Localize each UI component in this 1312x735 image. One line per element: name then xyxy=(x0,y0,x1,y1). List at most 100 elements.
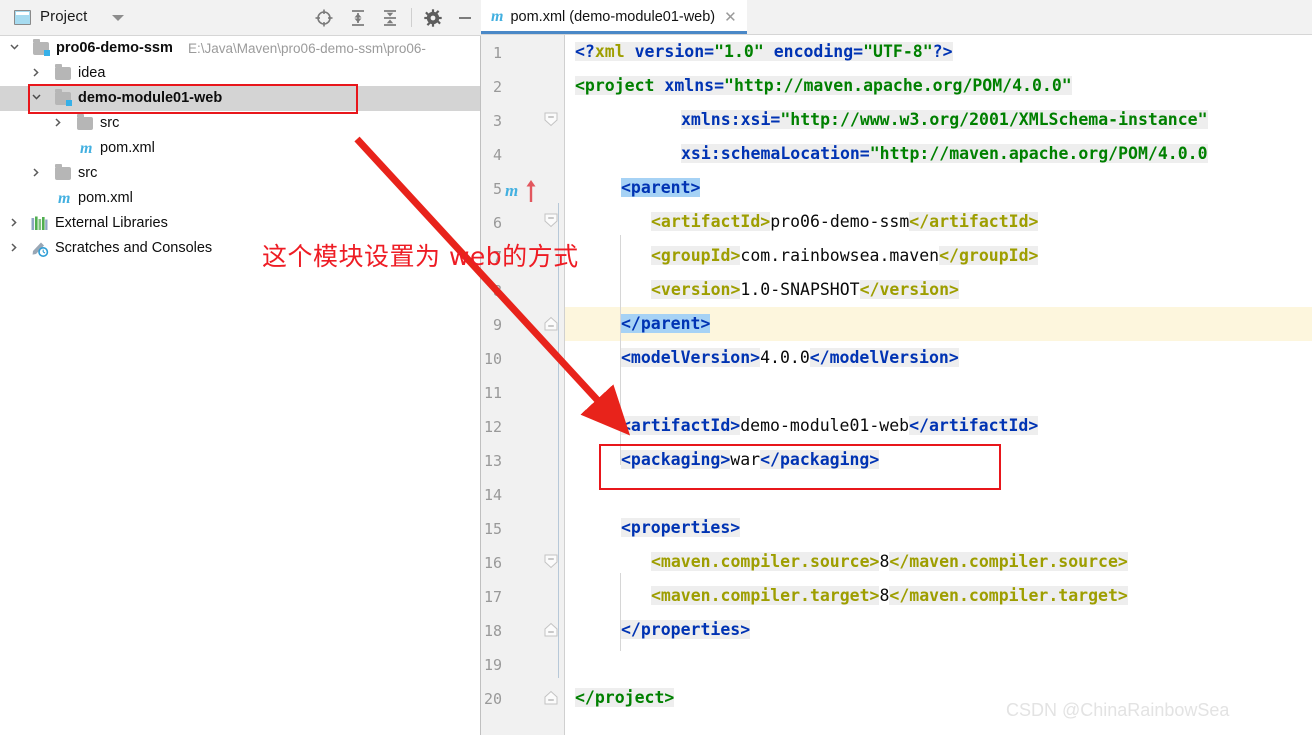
artifactid-open-tag: <artifactId> xyxy=(651,212,771,231)
line-number: 2 xyxy=(492,78,502,96)
minimize-icon[interactable] xyxy=(455,8,475,28)
tree-row-pom-root[interactable]: m pom.xml xyxy=(0,186,480,211)
tree-row-src-module[interactable]: src xyxy=(0,111,480,136)
artifactid-close-tag: </artifactId> xyxy=(909,416,1039,435)
line-number: 3 xyxy=(492,112,502,130)
module-folder-icon xyxy=(33,36,51,61)
editor-gutter[interactable]: 1 2 3 4 5 6 7 8 9 10 11 12 13 14 15 16 1… xyxy=(481,35,565,735)
code-line-16: <maven.compiler.source>8</maven.compiler… xyxy=(651,545,1128,579)
xmlns-xsi-value: "http://www.w3.org/2001/XMLSchema-instan… xyxy=(780,110,1208,129)
tree-label: pro06-demo-ssm xyxy=(56,40,173,56)
tree-row-external-libraries[interactable]: External Libraries xyxy=(0,211,480,236)
xml-attr-version: version= xyxy=(624,42,715,61)
chevron-right-icon[interactable] xyxy=(8,236,20,261)
fold-region-rail xyxy=(558,203,559,678)
editor-tab-label: pom.xml (demo-module01-web) xyxy=(510,9,716,25)
code-editor[interactable]: 1 2 3 4 5 6 7 8 9 10 11 12 13 14 15 16 1… xyxy=(481,35,1312,735)
xmlns-value: "http://maven.apache.org/POM/4.0.0" xyxy=(724,76,1072,95)
chevron-right-icon[interactable] xyxy=(30,61,42,86)
csdn-watermark: CSDN @ChinaRainbowSea xyxy=(1006,700,1230,720)
tree-row-idea[interactable]: idea xyxy=(0,61,480,86)
project-tree[interactable]: pro06-demo-ssm E:\Java\Maven\pro06-demo-… xyxy=(0,36,480,261)
chevron-down-icon[interactable] xyxy=(8,36,20,61)
tree-row-src-root[interactable]: src xyxy=(0,161,480,186)
properties-open-tag: <properties> xyxy=(621,518,741,537)
tree-row-scratches-and-consoles[interactable]: Scratches and Consoles xyxy=(0,236,480,261)
compiler-source-open-tag: <maven.compiler.source> xyxy=(651,552,880,571)
fold-handle-line20[interactable] xyxy=(544,690,558,705)
tree-label: idea xyxy=(78,65,106,81)
xml-decl-close: ?> xyxy=(932,42,953,61)
module-folder-icon xyxy=(55,86,73,111)
compiler-target-value: 8 xyxy=(879,586,890,605)
schema-location-attr: xsi:schemaLocation= xyxy=(681,144,870,163)
fold-handle-line15[interactable] xyxy=(544,554,558,569)
tree-row-pom-module[interactable]: m pom.xml xyxy=(0,136,480,161)
collapse-all-icon[interactable] xyxy=(380,8,400,28)
line-number: 7 xyxy=(492,248,502,266)
code-line-2: <project xmlns="http://maven.apache.org/… xyxy=(575,69,1072,103)
tree-row-pro06-demo-ssm[interactable]: pro06-demo-ssm E:\Java\Maven\pro06-demo-… xyxy=(0,36,480,61)
code-line-20: </project> xyxy=(575,681,675,715)
locate-icon[interactable] xyxy=(314,8,334,28)
line-number: 17 xyxy=(483,588,502,606)
chevron-down-icon[interactable] xyxy=(30,86,42,111)
line-number: 13 xyxy=(483,452,502,470)
toolbar-separator xyxy=(411,8,412,27)
line-number: 16 xyxy=(483,554,502,572)
line-number: 12 xyxy=(483,418,502,436)
parent-close-tag: </parent> xyxy=(621,314,711,333)
fold-handle-line2[interactable] xyxy=(544,112,558,127)
line-number: 10 xyxy=(483,350,502,368)
line-number: 19 xyxy=(483,656,502,674)
editor-tab-pom-xml[interactable]: m pom.xml (demo-module01-web) ✕ xyxy=(481,0,747,34)
tree-row-demo-module01-web[interactable]: demo-module01-web xyxy=(0,86,480,111)
close-icon[interactable]: ✕ xyxy=(724,10,737,25)
code-line-6: <artifactId>pro06-demo-ssm</artifactId> xyxy=(651,205,1039,239)
chevron-right-icon[interactable] xyxy=(30,161,42,186)
folder-icon xyxy=(77,111,95,136)
code-line-18: </properties> xyxy=(621,613,751,647)
groupid-close-tag: </groupId> xyxy=(939,246,1039,265)
scratches-icon xyxy=(31,236,49,261)
packaging-open-tag: <packaging> xyxy=(621,450,731,469)
tree-path: E:\Java\Maven\pro06-demo-ssm\pro06- xyxy=(188,41,426,56)
chevron-right-icon[interactable] xyxy=(52,111,64,136)
line-number: 9 xyxy=(492,316,502,334)
project-tool-window: Project pro06-demo-ssm E:\Java\Maven\pro… xyxy=(0,0,481,735)
groupid-value: com.rainbowsea.maven xyxy=(740,246,940,265)
line-number: 20 xyxy=(483,690,502,708)
gear-icon[interactable] xyxy=(423,8,443,28)
code-content[interactable]: <?xml version="1.0" encoding="UTF-8"?> <… xyxy=(565,35,1312,735)
tree-label: src xyxy=(100,115,120,131)
libraries-icon xyxy=(31,211,49,236)
line-number: 14 xyxy=(483,486,502,504)
artifactid-value: pro06-demo-ssm xyxy=(770,212,910,231)
editor-area: m pom.xml (demo-module01-web) ✕ 1 2 3 4 … xyxy=(481,0,1312,735)
tree-label: pom.xml xyxy=(78,190,133,206)
line-number: 4 xyxy=(492,146,502,164)
project-panel-title: Project xyxy=(40,8,88,25)
idea-window: Project pro06-demo-ssm E:\Java\Maven\pro… xyxy=(0,0,1312,735)
navigate-up-arrow-icon[interactable] xyxy=(525,179,537,202)
xml-decl-name: xml xyxy=(594,42,625,61)
xml-val-encoding: "UTF-8" xyxy=(863,42,933,61)
code-line-1: <?xml version="1.0" encoding="UTF-8"?> xyxy=(575,35,953,69)
chevron-right-icon[interactable] xyxy=(8,211,20,236)
chevron-down-icon[interactable] xyxy=(112,15,124,21)
project-open-tag: <project xyxy=(575,76,655,95)
fold-handle-line9[interactable] xyxy=(544,316,558,331)
groupid-open-tag: <groupId> xyxy=(651,246,741,265)
line-number: 8 xyxy=(492,282,502,300)
line-number: 18 xyxy=(483,622,502,640)
code-line-8: <version>1.0-SNAPSHOT</version> xyxy=(651,273,959,307)
xml-decl-open: <? xyxy=(575,42,595,61)
fold-handle-line5[interactable] xyxy=(544,213,558,228)
maven-parent-icon[interactable]: m xyxy=(505,181,518,201)
modelversion-value: 4.0.0 xyxy=(760,348,810,367)
fold-handle-line18[interactable] xyxy=(544,622,558,637)
code-line-12: <artifactId>demo-module01-web</artifactI… xyxy=(621,409,1039,443)
code-line-4: xsi:schemaLocation="http://maven.apache.… xyxy=(681,137,1208,171)
maven-file-icon: m xyxy=(58,190,71,207)
expand-all-icon[interactable] xyxy=(348,8,368,28)
